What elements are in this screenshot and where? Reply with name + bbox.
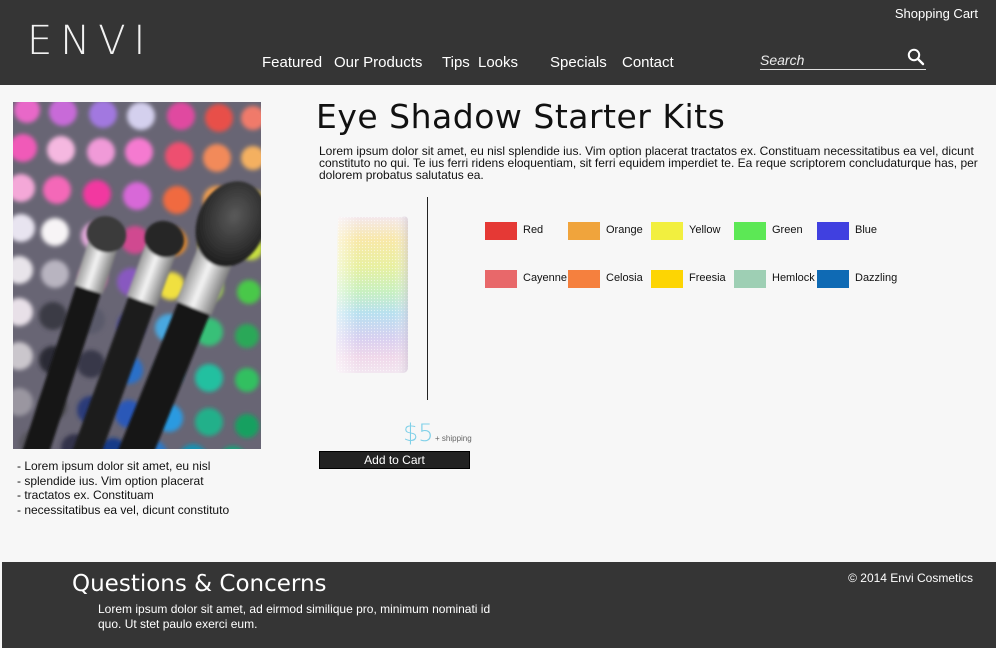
color-chip bbox=[651, 222, 683, 240]
color-chip bbox=[651, 270, 683, 288]
search-icon[interactable] bbox=[906, 47, 926, 67]
swatch-label: Yellow bbox=[689, 224, 721, 236]
swatch-label: Cayenne bbox=[523, 272, 568, 284]
feature-list: - Lorem ipsum dolor sit amet, eu nisl - … bbox=[17, 459, 229, 517]
swatch-label: Freesia bbox=[689, 272, 726, 284]
list-item: - necessitatibus ea vel, dicunt constitu… bbox=[17, 502, 230, 517]
hero-makeup-brushes-image bbox=[13, 102, 261, 449]
nav-featured[interactable]: Featured bbox=[262, 54, 322, 71]
color-chip bbox=[817, 270, 849, 288]
product-title: Eye Shadow Starter Kits bbox=[316, 97, 726, 136]
list-item: - splendide ius. Vim option placerat bbox=[17, 473, 204, 488]
product-price: $5 bbox=[403, 419, 434, 447]
search-bar bbox=[760, 47, 926, 70]
list-item: - tractatos ex. Constituam bbox=[17, 488, 154, 502]
swatch-label: Celosia bbox=[606, 272, 643, 284]
eyeshadow-palette-image bbox=[334, 213, 410, 375]
nav-looks[interactable]: Looks bbox=[478, 54, 518, 71]
site-logo[interactable]: ENVI bbox=[27, 18, 153, 64]
swatch-blue[interactable]: Blue bbox=[817, 221, 937, 241]
nav-specials[interactable]: Specials bbox=[550, 54, 607, 71]
swatch-label: Hemlock bbox=[772, 272, 815, 284]
site-header: ENVI Shopping Cart Featured Our Products… bbox=[0, 0, 996, 85]
color-chip bbox=[568, 270, 600, 288]
swatch-label: Blue bbox=[855, 224, 878, 236]
swatch-label: Red bbox=[523, 224, 544, 236]
color-chip bbox=[734, 222, 766, 240]
search-input[interactable] bbox=[760, 50, 900, 70]
site-footer: Questions & Concerns Lorem ipsum dolor s… bbox=[2, 562, 996, 648]
color-chip bbox=[485, 270, 517, 288]
copyright: © 2014 Envi Cosmetics bbox=[848, 571, 973, 585]
swatch-label: Orange bbox=[606, 224, 643, 236]
color-chip bbox=[485, 222, 517, 240]
list-item: - Lorem ipsum dolor sit amet, eu nisl bbox=[17, 459, 211, 473]
swatch-dazzling[interactable]: Dazzling bbox=[817, 269, 937, 289]
shopping-cart-link[interactable]: Shopping Cart bbox=[895, 6, 978, 21]
nav-our-products[interactable]: Our Products bbox=[334, 54, 422, 71]
swatch-label: Green bbox=[772, 224, 803, 236]
shipping-note: + shipping bbox=[435, 434, 472, 443]
nav-contact[interactable]: Contact bbox=[622, 54, 674, 71]
nav-tips[interactable]: Tips bbox=[442, 54, 470, 71]
product-description: Lorem ipsum dolor sit amet, eu nisl sple… bbox=[319, 144, 978, 182]
swatch-label: Dazzling bbox=[855, 272, 898, 284]
footer-text: Lorem ipsum dolor sit amet, ad eirmod si… bbox=[98, 602, 491, 631]
color-chip bbox=[817, 222, 849, 240]
vertical-divider bbox=[427, 197, 428, 400]
footer-title: Questions & Concerns bbox=[72, 571, 327, 597]
color-chip bbox=[734, 270, 766, 288]
add-to-cart-button[interactable]: Add to Cart bbox=[319, 451, 470, 469]
color-chip bbox=[568, 222, 600, 240]
